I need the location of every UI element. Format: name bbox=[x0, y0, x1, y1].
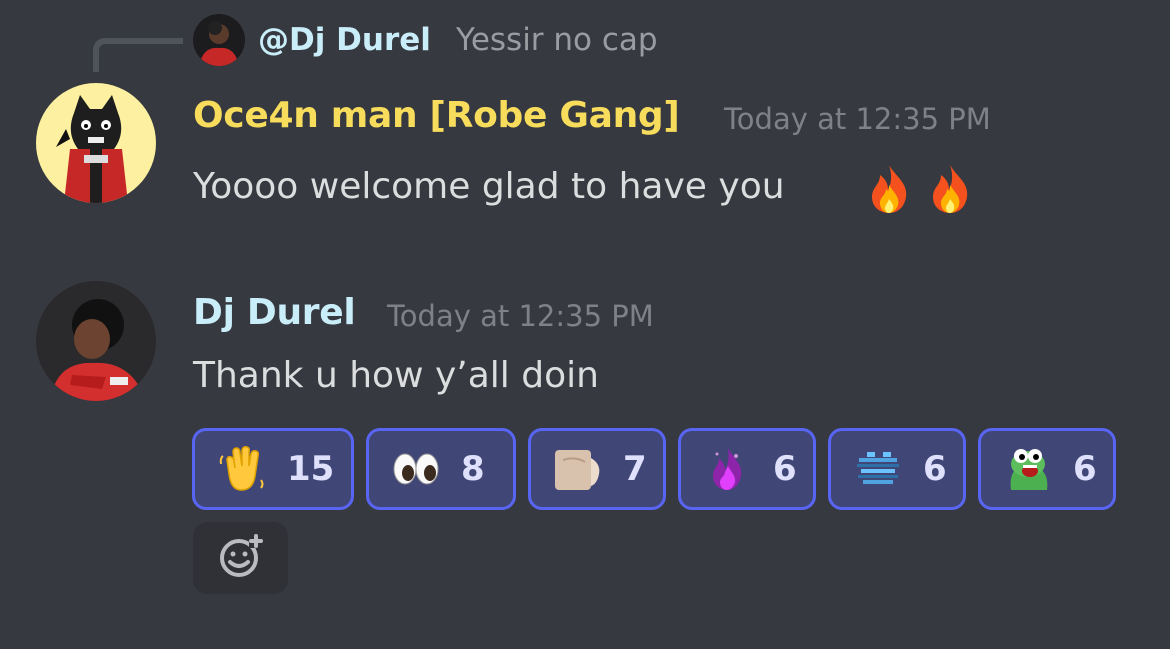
blue-glitch-custom-emoji bbox=[853, 444, 903, 494]
reaction-waving-hand[interactable]: 15 bbox=[192, 428, 354, 510]
reply-connector-line bbox=[93, 38, 183, 72]
reply-mention[interactable]: @Dj Durel bbox=[258, 22, 431, 58]
reaction-count: 6 bbox=[1073, 449, 1097, 489]
fire-icon bbox=[866, 163, 912, 215]
reaction-count: 6 bbox=[773, 449, 797, 489]
reply-preview-text[interactable]: Yessir no cap bbox=[456, 22, 658, 58]
reaction-fist[interactable]: 7 bbox=[528, 428, 666, 510]
reaction-count: 15 bbox=[287, 449, 335, 489]
reaction-count: 6 bbox=[923, 449, 947, 489]
timestamp: Today at 12:35 PM bbox=[387, 299, 654, 333]
purple-fire-custom-emoji bbox=[703, 444, 753, 494]
reaction-eyes[interactable]: 8 bbox=[366, 428, 516, 510]
add-reaction-button[interactable] bbox=[193, 522, 288, 594]
pepe-frog-custom-emoji bbox=[1003, 444, 1053, 494]
fire-icon bbox=[927, 163, 973, 215]
eyes-icon bbox=[391, 444, 441, 494]
fist-custom-emoji bbox=[553, 444, 603, 494]
timestamp: Today at 12:35 PM bbox=[724, 102, 991, 136]
reaction-pepe-frog[interactable]: 6 bbox=[978, 428, 1116, 510]
message-text: Thank u how y’all doin bbox=[193, 355, 599, 396]
add-reaction-icon bbox=[217, 532, 265, 584]
reaction-count: 8 bbox=[461, 449, 485, 489]
username[interactable]: Oce4n man [Robe Gang] bbox=[193, 95, 680, 136]
chat-message-group: @Dj Durel Yessir no cap Oce4n man [Robe … bbox=[0, 0, 1170, 649]
username[interactable]: Dj Durel bbox=[193, 292, 356, 333]
message-text: Yoooo welcome glad to have you bbox=[193, 166, 785, 207]
reaction-blue-glitch[interactable]: 6 bbox=[828, 428, 966, 510]
waving-hand-icon bbox=[217, 444, 267, 494]
reaction-count: 7 bbox=[623, 449, 647, 489]
reaction-purple-fire[interactable]: 6 bbox=[678, 428, 816, 510]
avatar[interactable] bbox=[36, 281, 156, 401]
avatar[interactable] bbox=[36, 83, 156, 203]
reply-avatar[interactable] bbox=[193, 14, 245, 66]
